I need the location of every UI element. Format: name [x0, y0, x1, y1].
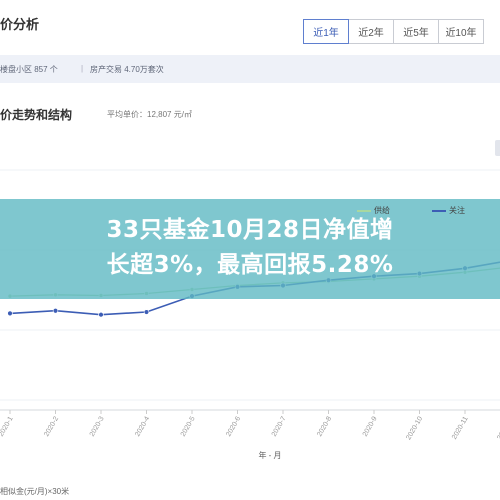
legend-swatch — [357, 209, 371, 212]
x-tick-label: 2020-2 — [43, 415, 60, 437]
x-tick-label: 2020-5 — [180, 415, 197, 437]
x-tick-label: 2020-1 — [0, 415, 15, 437]
legend-label: 供给 — [374, 206, 390, 215]
tab-1-year[interactable]: 近1年 — [303, 19, 349, 44]
x-tick-label: 2020-10 — [405, 415, 424, 441]
page: 价分析 近1年 近2年 近5年 近10年 楼盘小区 857 个 | 房产交易 4… — [0, 0, 500, 500]
legend-swatch — [432, 209, 446, 212]
x-tick-label: 2020-9 — [362, 415, 379, 437]
data-point — [52, 308, 59, 314]
legend-item-attention[interactable]: 关注 — [432, 205, 465, 216]
x-tick-label: 2020-11 — [451, 415, 470, 440]
x-tick-label: 2020-3 — [89, 415, 106, 437]
footer-note: 相似金(元/月)×30米 — [0, 487, 70, 496]
x-tick-label: 2020-7 — [271, 415, 288, 437]
headline-line-1: 33只基金10月28日净值增 — [106, 217, 394, 243]
x-tick-label: 2020-8 — [316, 415, 333, 437]
x-tick-label: 2020-12 — [496, 415, 500, 441]
legend-item-supply[interactable]: 供给 — [357, 205, 390, 216]
headline-text: 33只基金10月28日净值增 长超3%，最高回报5.28% — [0, 213, 500, 283]
data-point — [143, 309, 150, 315]
headline-line-2: 长超3%，最高回报5.28% — [106, 252, 394, 278]
data-point — [98, 311, 104, 318]
x-tick-label: 2020-6 — [225, 415, 242, 437]
headline-banner: 33只基金10月28日净值增 长超3%，最高回报5.28% — [0, 199, 500, 299]
x-tick-label: 2020-4 — [134, 415, 151, 437]
data-point — [7, 310, 13, 317]
x-axis-title: 年 - 月 — [258, 451, 282, 460]
legend-label: 关注 — [449, 206, 465, 215]
